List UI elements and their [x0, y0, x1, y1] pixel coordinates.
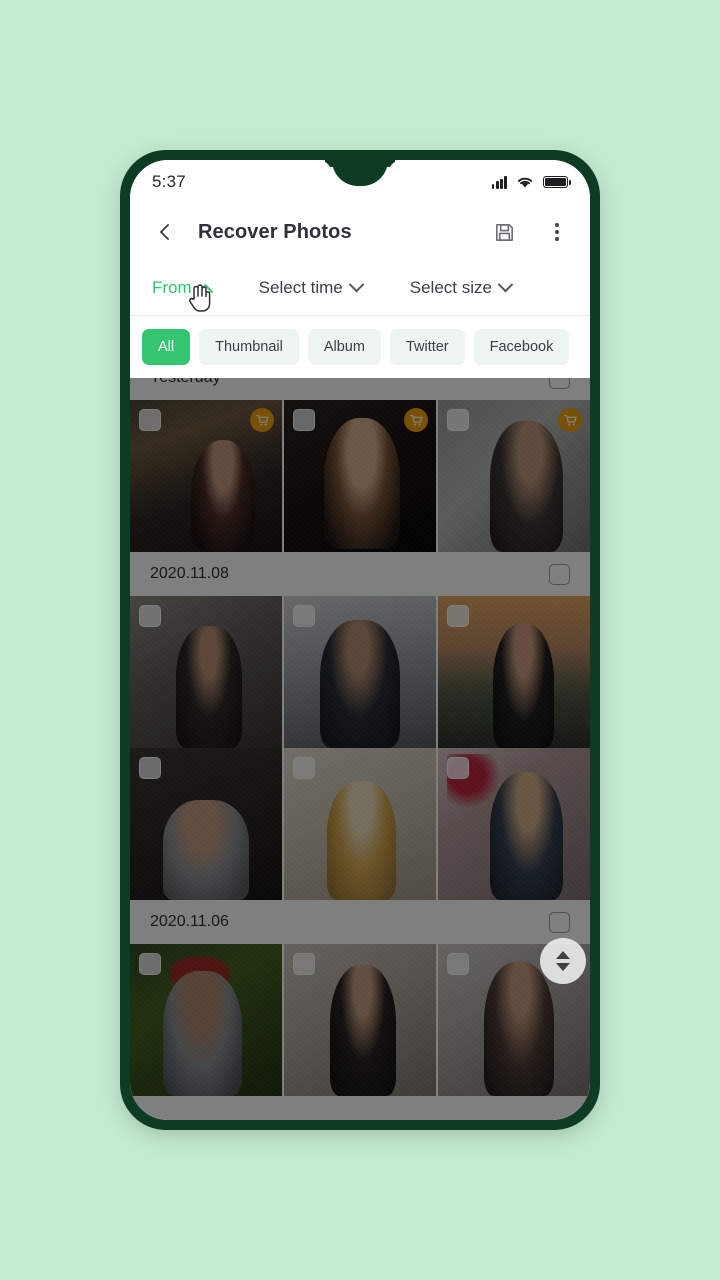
- cart-badge-icon: [404, 408, 428, 432]
- select-all-checkbox[interactable]: [549, 911, 570, 933]
- back-chevron-icon[interactable]: [152, 219, 178, 245]
- photo-select-checkbox[interactable]: [447, 757, 469, 779]
- filter-select-size-label: Select size: [409, 277, 492, 297]
- photo-row: [130, 596, 590, 748]
- app-bar-actions: [493, 221, 568, 244]
- date-header-2020-11-06: 2020.11.06: [130, 900, 590, 944]
- filter-select-time-label: Select time: [258, 277, 343, 297]
- photo-row: [130, 944, 590, 1096]
- photo-select-checkbox[interactable]: [293, 605, 315, 627]
- triangle-down-icon: [556, 963, 570, 971]
- triangle-up-icon: [556, 951, 570, 959]
- photo-thumbnail[interactable]: [284, 596, 436, 748]
- date-header-2020-11-08: 2020.11.08: [130, 552, 590, 596]
- photo-row: [130, 748, 590, 900]
- cart-badge-icon: [250, 408, 274, 432]
- filter-select-time[interactable]: Select time: [258, 276, 365, 298]
- date-header-yesterday: Yesterday: [130, 378, 590, 400]
- gallery-scroll-content: Yesterday: [130, 378, 590, 1096]
- chip-all[interactable]: All: [142, 329, 191, 365]
- photo-thumbnail[interactable]: [130, 944, 282, 1096]
- chip-facebook[interactable]: Facebook: [473, 329, 570, 365]
- status-icon-group: [491, 175, 571, 189]
- filter-from[interactable]: From: [152, 277, 213, 300]
- photo-select-checkbox[interactable]: [447, 409, 469, 431]
- select-all-checkbox[interactable]: [549, 563, 570, 585]
- chevron-down-icon: [348, 276, 365, 293]
- photo-thumbnail[interactable]: [130, 596, 282, 748]
- date-label: Yesterday: [150, 378, 221, 387]
- photo-select-checkbox[interactable]: [293, 409, 315, 431]
- filter-bar: From Select time Select size: [130, 260, 590, 316]
- photo-thumbnail[interactable]: [438, 400, 590, 552]
- chevron-down-icon: [497, 276, 514, 293]
- wifi-icon: [517, 177, 533, 188]
- photo-thumbnail[interactable]: [284, 944, 436, 1096]
- date-label: 2020.11.06: [150, 913, 229, 930]
- photo-thumbnail[interactable]: [438, 748, 590, 900]
- photo-select-checkbox[interactable]: [139, 953, 161, 975]
- photo-select-checkbox[interactable]: [293, 757, 315, 779]
- chevron-up-icon: [197, 283, 213, 300]
- phone-frame: 5:37 Recover Photos From Select time Sel…: [120, 150, 600, 1130]
- photo-select-checkbox[interactable]: [139, 605, 161, 627]
- photo-select-checkbox[interactable]: [447, 953, 469, 975]
- photo-select-checkbox[interactable]: [139, 409, 161, 431]
- photo-thumbnail[interactable]: [130, 748, 282, 900]
- signal-bars-icon: [491, 175, 507, 189]
- photo-thumbnail[interactable]: [130, 400, 282, 552]
- phone-screen: 5:37 Recover Photos From Select time Sel…: [130, 160, 590, 1120]
- photo-thumbnail[interactable]: [284, 400, 436, 552]
- cart-badge-icon: [558, 408, 582, 432]
- battery-full-icon: [543, 175, 571, 189]
- filter-from-label: From: [152, 277, 192, 297]
- chip-thumbnail[interactable]: Thumbnail: [199, 329, 299, 365]
- select-all-checkbox[interactable]: [549, 378, 570, 389]
- category-chip-row: All Thumbnail Album Twitter Facebook: [130, 316, 590, 378]
- chip-album[interactable]: Album: [307, 329, 381, 365]
- photo-select-checkbox[interactable]: [447, 605, 469, 627]
- chip-twitter[interactable]: Twitter: [389, 329, 465, 365]
- photo-gallery[interactable]: Yesterday: [130, 378, 590, 1120]
- date-label: 2020.11.08: [150, 565, 229, 582]
- photo-select-checkbox[interactable]: [293, 953, 315, 975]
- photo-select-checkbox[interactable]: [139, 757, 161, 779]
- photo-thumbnail[interactable]: [284, 748, 436, 900]
- status-time: 5:37: [152, 172, 186, 191]
- app-bar: Recover Photos: [130, 204, 590, 260]
- photo-thumbnail[interactable]: [438, 596, 590, 748]
- photo-row: [130, 400, 590, 552]
- overflow-menu-icon[interactable]: [546, 221, 568, 243]
- save-floppy-icon[interactable]: [493, 221, 516, 244]
- scrollbar-thumb[interactable]: [540, 938, 586, 984]
- filter-select-size[interactable]: Select size: [409, 276, 514, 298]
- page-title: Recover Photos: [198, 220, 352, 243]
